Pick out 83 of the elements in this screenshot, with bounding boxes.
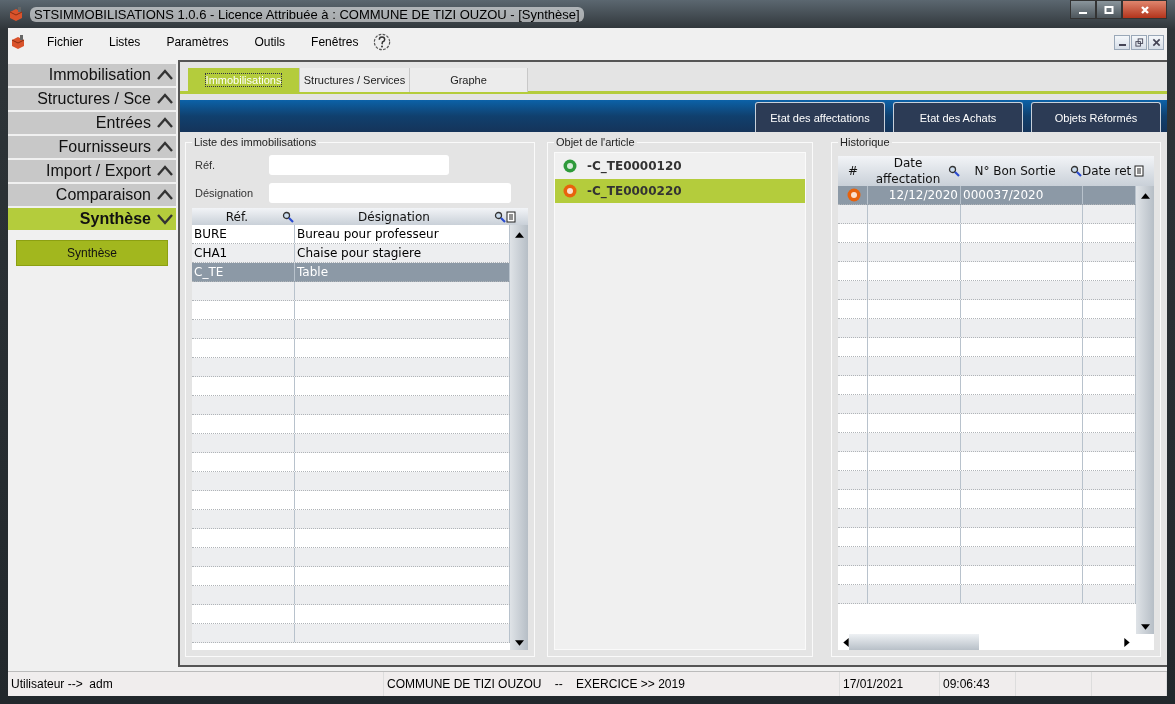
table-cell: BURE xyxy=(192,225,295,243)
menu-item[interactable]: Outils xyxy=(241,35,299,49)
column-header[interactable]: # xyxy=(838,164,868,178)
input-field[interactable] xyxy=(269,154,449,175)
scrollbar[interactable] xyxy=(1136,186,1154,634)
close-icon xyxy=(1151,37,1161,47)
list-item[interactable]: -C_TE0000220 xyxy=(555,179,805,203)
item-label: -C_TE0000220 xyxy=(587,184,682,198)
search-icon[interactable] xyxy=(1070,165,1082,177)
close-button[interactable] xyxy=(1148,34,1164,50)
column-header[interactable]: Désignation xyxy=(294,209,494,224)
scrollbar[interactable] xyxy=(510,225,528,650)
sidebar-section[interactable]: Synthèse xyxy=(8,208,176,230)
menu-item[interactable]: Listes xyxy=(96,35,154,49)
status-text: Utilisateur --> adm xyxy=(8,672,384,696)
status-text: 17/01/2021 xyxy=(840,672,940,696)
maximize-icon xyxy=(1104,4,1114,15)
restore-button[interactable] xyxy=(1131,34,1147,50)
list-item[interactable]: -C_TE0000120 xyxy=(555,154,805,178)
sidebar-section[interactable]: Structures / Sce xyxy=(8,88,176,110)
chevron-up-icon xyxy=(157,189,173,201)
scroll-right-icon[interactable] xyxy=(1124,637,1130,647)
chevron-up-icon xyxy=(157,117,173,129)
horizontal-scrollbar[interactable] xyxy=(838,634,1154,650)
toolbar-button[interactable]: Etat des Achats xyxy=(893,102,1023,132)
search-icon[interactable] xyxy=(948,165,960,177)
scroll-down-icon[interactable] xyxy=(514,640,524,646)
chevron-up-icon xyxy=(157,141,173,153)
table-cell: 12/12/2020 xyxy=(868,186,961,204)
box-icon xyxy=(10,34,26,50)
column-header[interactable]: N° Bon Sortie xyxy=(960,164,1070,178)
minimize-button[interactable] xyxy=(1070,0,1096,19)
field-label: Réf. xyxy=(194,158,217,171)
group-title: Historique xyxy=(839,136,891,148)
table-row[interactable]: CHA1 Chaise pour stagiere xyxy=(192,244,510,263)
close-button[interactable] xyxy=(1122,0,1167,19)
table-cell: CHA1 xyxy=(192,244,295,262)
sidebar-section[interactable]: Entrées xyxy=(8,112,176,134)
sidebar-item[interactable]: Synthèse xyxy=(16,240,168,266)
chevron-up-icon xyxy=(157,165,173,177)
minimize-icon xyxy=(1118,44,1126,46)
maximize-button[interactable] xyxy=(1096,0,1122,19)
table-cell: 000037/2020 xyxy=(961,186,1083,204)
tab[interactable]: Structures / Services xyxy=(300,68,410,92)
column-header[interactable]: Date affectation xyxy=(868,155,948,187)
status-text: COMMUNE DE TIZI OUZOU -- EXERCICE >> 2019 xyxy=(384,672,840,696)
sidebar-section[interactable]: Immobilisation xyxy=(8,64,176,86)
window-title: STSIMMOBILISATIONS 1.0.6 - Licence Attribuée à : COMMUNE DE TIZI OUZOU - [Synthèse] xyxy=(30,6,584,22)
sidebar-section[interactable]: Import / Export xyxy=(8,160,176,182)
menu-item[interactable]: Fichier xyxy=(34,35,96,49)
column-header[interactable]: Date ret xyxy=(1082,164,1134,178)
box-icon xyxy=(8,6,24,22)
help-icon[interactable] xyxy=(373,33,392,51)
menu-item[interactable]: Paramètres xyxy=(153,35,242,49)
search-icon[interactable] xyxy=(494,210,506,223)
search-icon[interactable] xyxy=(282,210,294,223)
restore-icon xyxy=(1134,37,1144,47)
chevron-up-icon xyxy=(157,69,173,81)
field-label: Désignation xyxy=(194,186,255,199)
group-title: Objet de l'article xyxy=(555,136,636,148)
tab[interactable]: Graphe xyxy=(410,68,528,92)
item-label: -C_TE0000120 xyxy=(587,159,682,173)
minimize-icon xyxy=(1079,11,1087,14)
scroll-down-icon[interactable] xyxy=(1140,624,1150,630)
scroll-up-icon[interactable] xyxy=(514,232,524,238)
document-icon[interactable] xyxy=(506,210,516,223)
toolbar-button[interactable]: Objets Réformés xyxy=(1031,102,1161,132)
close-icon xyxy=(1139,4,1150,15)
chevron-up-icon xyxy=(157,93,173,105)
table-cell: C_TE xyxy=(192,263,295,281)
chevron-down-icon xyxy=(157,213,173,225)
menu-item[interactable]: Fenêtres xyxy=(298,35,372,49)
group-title: Liste des immobilisations xyxy=(193,136,318,148)
sidebar-section[interactable]: Fournisseurs xyxy=(8,136,176,158)
scroll-up-icon[interactable] xyxy=(1140,193,1150,199)
sidebar-section[interactable]: Comparaison xyxy=(8,184,176,206)
table-row[interactable]: BURE Bureau pour professeur xyxy=(192,225,510,244)
toolbar-button[interactable]: Etat des affectations xyxy=(755,102,885,132)
column-header[interactable]: Réf. xyxy=(192,209,282,224)
status-text: 09:06:43 xyxy=(940,672,1016,696)
minimize-button[interactable] xyxy=(1114,34,1130,50)
document-icon[interactable] xyxy=(1134,165,1144,177)
input-field[interactable] xyxy=(269,182,511,203)
